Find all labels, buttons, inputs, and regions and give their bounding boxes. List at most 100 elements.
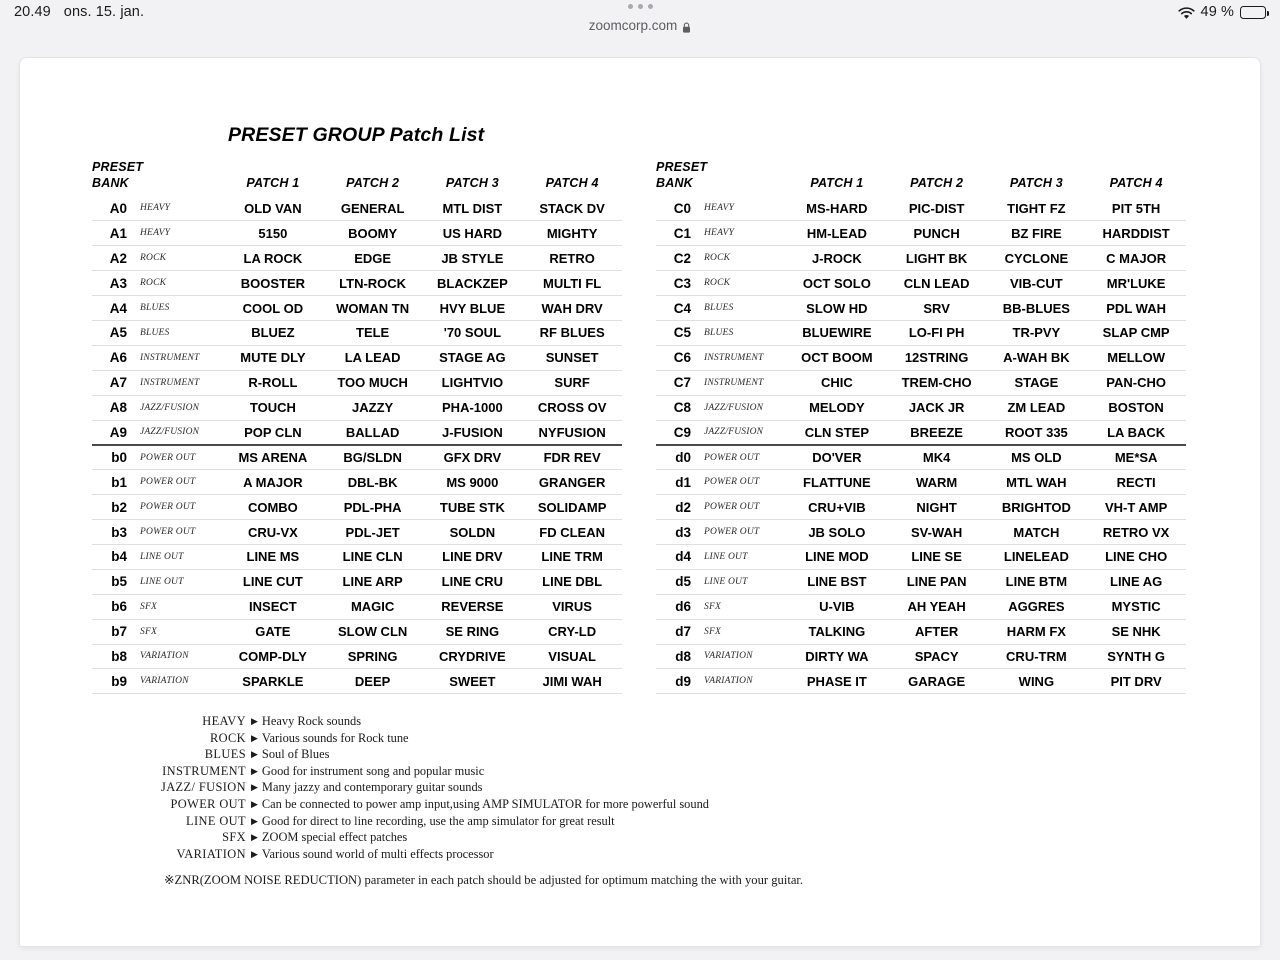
- patch-cell-3: CRU-TRM: [986, 644, 1087, 670]
- legend-arrow-icon: ▶: [251, 848, 258, 859]
- patch-cell-3: MS OLD: [986, 444, 1087, 471]
- patch-cell-4: MIGHTY: [522, 220, 622, 247]
- category-cell: HEAVY: [136, 220, 223, 247]
- category-cell: POWER OUT: [136, 469, 223, 496]
- patch-cell-2: SPACY: [886, 644, 987, 670]
- patch-cell-1: COMP-DLY: [223, 644, 323, 670]
- bank-cell: C2: [656, 245, 700, 272]
- patch-cell-3: MTL WAH: [986, 469, 1087, 496]
- legend-description: Various sounds for Rock tune: [261, 730, 409, 745]
- category-cell: VARIATION: [700, 644, 787, 670]
- patch-cell-2: WARM: [886, 469, 987, 496]
- patch-cell-4: C MAJOR: [1086, 245, 1186, 272]
- patch-cell-3: LINE BTM: [986, 569, 1087, 595]
- patch-table-c-d: PRESET BANK PATCH 1 PATCH 2 PATCH 3 PATCH 4 C0…: [656, 160, 1186, 695]
- patch-cell-2: LINE SE: [886, 544, 987, 570]
- patch-cell-2: JACK JR: [886, 395, 987, 421]
- tab-overview-icon[interactable]: [627, 4, 653, 9]
- patch-cell-4: RECTI: [1086, 469, 1186, 496]
- category-cell: JAZZ/FUSION: [700, 395, 787, 421]
- url-text: zoomcorp.com: [588, 18, 678, 33]
- legend-description: ZOOM special effect patches: [261, 830, 408, 845]
- table-header-preset: PRESET: [92, 160, 622, 176]
- category-cell: INSTRUMENT: [136, 345, 223, 371]
- bank-cell: b4: [92, 544, 136, 570]
- category-cell: LINE OUT: [136, 544, 223, 570]
- patch-cell-1: A MAJOR: [223, 469, 323, 496]
- header-preset-label: PRESET: [656, 160, 708, 174]
- patch-cell-1: CLN STEP: [787, 420, 887, 446]
- table-row: A3 ROCK BOOSTER LTN-ROCK BLACKZEP MULTI FL: [92, 270, 622, 297]
- legend-description: Good for instrument song and popular mus…: [261, 763, 485, 778]
- patch-cell-1: LA ROCK: [223, 245, 323, 272]
- patch-cell-2: LINE CLN: [322, 544, 423, 570]
- category-cell: BLUES: [700, 320, 787, 346]
- patch-cell-1: JB SOLO: [787, 519, 887, 545]
- patch-cell-4: SURF: [522, 370, 622, 396]
- patch-cell-2: LTN-ROCK: [322, 270, 423, 297]
- legend-key: BLUES: [204, 747, 246, 762]
- page-title: PRESET GROUP Patch List: [228, 124, 485, 146]
- category-cell: VARIATION: [700, 668, 787, 695]
- header-patch-1: PATCH 1: [810, 176, 864, 190]
- patch-cell-4: VISUAL: [522, 644, 622, 670]
- legend-arrow-icon: ▶: [251, 815, 258, 826]
- document-page: PRESET GROUP Patch List PRESET BANK PATCH …: [20, 58, 1260, 946]
- header-preset-label: PRESET: [92, 160, 144, 174]
- table-row: d8 VARIATION DIRTY WA SPACY CRU-TRM SYNTH G: [656, 644, 1186, 670]
- table-row: C1 HEAVY HM-LEAD PUNCH BZ FIRE HARDDIST: [656, 220, 1186, 247]
- patch-cell-4: BOSTON: [1086, 395, 1186, 421]
- table-row: b6 SFX INSECT MAGIC REVERSE VIRUS: [92, 594, 622, 620]
- patch-cell-3: US HARD: [422, 220, 523, 247]
- table-header-preset: PRESET: [656, 160, 1186, 176]
- patch-cell-3: J-FUSION: [422, 420, 523, 446]
- patch-table-c-d-wrapper: PRESET BANK PATCH 1 PATCH 2 PATCH 3 PATCH 4 C0…: [656, 160, 1211, 695]
- header-patch-3: PATCH 3: [1009, 176, 1063, 190]
- patch-cell-1: LINE MS: [223, 544, 323, 570]
- table-row: C6 INSTRUMENT OCT BOOM 12STRING A-WAH BK MELL…: [656, 345, 1186, 371]
- patch-cell-2: AH YEAH: [886, 594, 987, 620]
- bank-cell: d7: [656, 619, 700, 645]
- patch-cell-3: TUBE STK: [422, 494, 523, 521]
- patch-cell-4: ME*SA: [1086, 444, 1186, 471]
- legend-description: Good for direct to line recording, use t…: [261, 813, 615, 828]
- patch-cell-2: BG/SLDN: [322, 444, 423, 471]
- category-cell: SFX: [136, 594, 223, 620]
- patch-cell-1: CRU+VIB: [787, 494, 887, 521]
- table-row: b0 POWER OUT MS ARENA BG/SLDN GFX DRV FDR REV: [92, 444, 622, 471]
- bank-cell: d0: [656, 444, 700, 471]
- category-cell: POWER OUT: [700, 519, 787, 545]
- patch-cell-2: MAGIC: [322, 594, 423, 620]
- patch-cell-1: MS-HARD: [787, 196, 887, 222]
- patch-cell-1: BLUEWIRE: [787, 320, 887, 346]
- bank-cell: C6: [656, 345, 700, 371]
- table-row: A8 JAZZ/FUSION TOUCH JAZZY PHA-1000 CROSS OV: [92, 395, 622, 421]
- patch-cell-4: CRY-LD: [522, 619, 622, 645]
- patch-cell-4: SE NHK: [1086, 619, 1186, 645]
- patch-cell-4: VH-T AMP: [1086, 494, 1186, 521]
- bank-cell: b3: [92, 519, 136, 545]
- patch-cell-2: TOO MUCH: [322, 370, 423, 396]
- patch-cell-2: AFTER: [886, 619, 987, 645]
- category-legend: HEAVY ▶ Heavy Rock sounds ROCK ▶ Various soun…: [154, 714, 709, 863]
- table-row: A5 BLUES BLUEZ TELE '70 SOUL RF BLUES: [92, 320, 622, 346]
- patch-cell-4: RETRO VX: [1086, 519, 1186, 545]
- category-cell: BLUES: [136, 320, 223, 346]
- patch-cell-4: GRANGER: [522, 469, 622, 496]
- patch-cell-3: SOLDN: [422, 519, 523, 545]
- patch-cell-4: CROSS OV: [522, 395, 622, 421]
- patch-cell-3: BLACKZEP: [422, 270, 523, 297]
- patch-cell-1: DO'VER: [787, 444, 887, 471]
- category-cell: ROCK: [136, 245, 223, 272]
- patch-cell-1: LINE CUT: [223, 569, 323, 595]
- patch-cell-1: MUTE DLY: [223, 345, 323, 371]
- legend-arrow-icon: ▶: [251, 732, 258, 743]
- legend-key: JAZZ/ FUSION: [160, 780, 246, 795]
- patch-cell-2: SRV: [886, 295, 987, 321]
- patch-cell-1: LINE BST: [787, 569, 887, 595]
- patch-cell-2: BOOMY: [322, 220, 423, 247]
- legend-row: VARIATION ▶ Various sound world of multi e…: [154, 847, 709, 864]
- address-bar[interactable]: zoomcorp.com: [589, 18, 692, 33]
- legend-row: SFX ▶ ZOOM special effect patches: [154, 830, 709, 847]
- bank-cell: d6: [656, 594, 700, 620]
